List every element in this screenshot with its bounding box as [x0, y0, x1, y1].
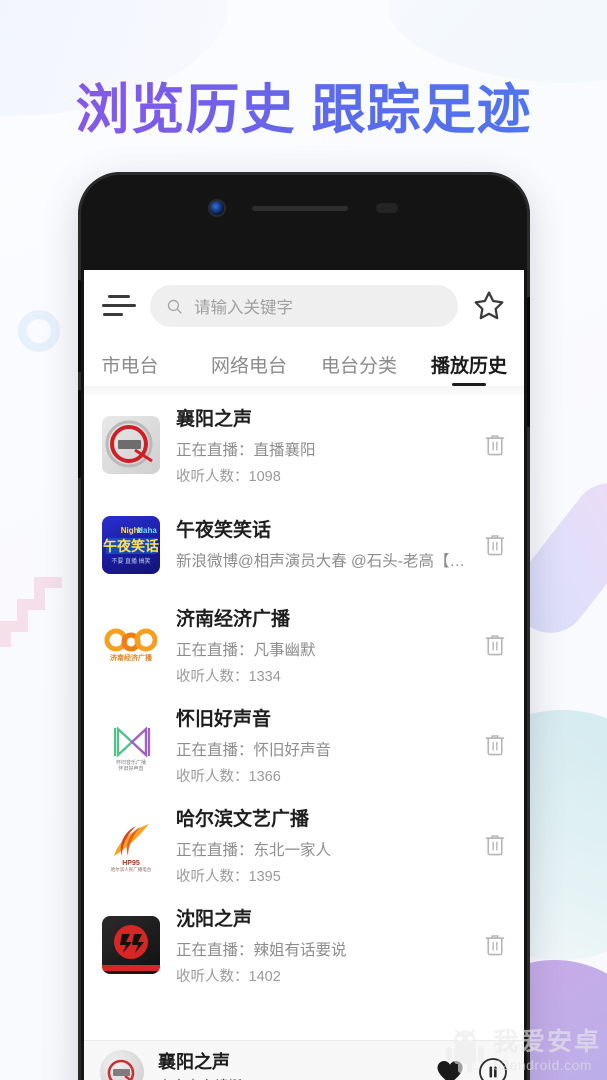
app-header: 请输入关键字	[84, 270, 524, 342]
station-title: 午夜笑笑话	[176, 519, 272, 541]
search-input[interactable]: 请输入关键字	[150, 285, 458, 327]
mini-player-bar[interactable]: 襄阳之声 内容来自蜻蜓FM	[84, 1040, 524, 1080]
station-listener-count: 收听人数：1402	[176, 969, 281, 985]
station-subtitle: 正在直播：辣姐有话要说	[176, 942, 347, 959]
phone-screen: 请输入关键字 市电台 网络电台 电台分类 播放历史 襄阳之声 正在直播：直播襄阳…	[84, 270, 524, 1080]
player-thumbnail	[100, 1049, 144, 1080]
station-thumbnail: 怀旧音乐广播 怀旧好声音	[102, 716, 160, 774]
front-camera-icon	[210, 201, 224, 215]
phone-volume-down-button	[78, 390, 81, 478]
station-listener-count: 收听人数：1366	[176, 769, 281, 785]
earpiece-speaker	[252, 205, 348, 211]
search-icon	[167, 299, 182, 314]
table-row[interactable]: 襄阳之声 正在直播：直播襄阳 收听人数：1098	[84, 395, 524, 495]
svg-text:济南经济广播: 济南经济广播	[110, 653, 153, 662]
trash-icon[interactable]	[484, 733, 506, 757]
proximity-sensor	[376, 203, 398, 213]
page-title: 浏览历史 跟踪足迹	[0, 65, 607, 144]
play-history-list: 襄阳之声 正在直播：直播襄阳 收听人数：1098 Night Haha 午夜笑话…	[84, 395, 524, 995]
phone-mockup: 请输入关键字 市电台 网络电台 电台分类 播放历史 襄阳之声 正在直播：直播襄阳…	[78, 172, 530, 1080]
tab-network-radio[interactable]: 网络电台	[194, 351, 304, 386]
table-row[interactable]: HP95 哈尔滨人民广播电台 哈尔滨文艺广播 正在直播：东北一家人 收听人数：1…	[84, 795, 524, 895]
phone-volume-up-button	[78, 280, 81, 372]
tab-play-history[interactable]: 播放历史	[414, 351, 524, 386]
station-thumbnail	[102, 916, 160, 974]
svg-text:不要 直播 搞笑: 不要 直播 搞笑	[111, 557, 150, 565]
station-title: 哈尔滨文艺广播	[176, 809, 310, 830]
player-title: 襄阳之声	[158, 1051, 230, 1072]
station-thumbnail: 济南经济广播	[102, 616, 160, 674]
decor-ring-left	[18, 310, 60, 352]
station-title: 沈阳之声	[176, 909, 253, 930]
station-subtitle: 正在直播：凡事幽默	[176, 642, 316, 659]
station-title: 怀旧好声音	[176, 709, 272, 730]
station-thumbnail	[102, 416, 160, 474]
trash-icon[interactable]	[484, 633, 506, 657]
tab-city-radio[interactable]: 市电台	[84, 351, 194, 386]
station-subtitle: 正在直播：东北一家人	[176, 842, 332, 859]
station-listener-count: 收听人数：1395	[176, 869, 281, 885]
trash-icon[interactable]	[484, 433, 506, 457]
phone-power-button	[527, 297, 530, 427]
hamburger-icon[interactable]	[102, 293, 136, 319]
player-subtitle: 内容来自蜻蜓FM	[158, 1076, 422, 1080]
table-row[interactable]: 济南经济广播 济南经济广播 正在直播：凡事幽默 收听人数：1334	[84, 595, 524, 695]
station-thumbnail: Night Haha 午夜笑话 不要 直播 搞笑	[102, 516, 160, 574]
station-subtitle: 正在直播：怀旧好声音	[176, 742, 332, 759]
svg-text:怀旧音乐广播: 怀旧音乐广播	[116, 759, 146, 766]
svg-text:哈尔滨人民广播电台: 哈尔滨人民广播电台	[111, 866, 152, 873]
station-subtitle: 正在直播：直播襄阳	[176, 442, 316, 459]
tab-radio-category[interactable]: 电台分类	[304, 351, 414, 386]
svg-text:Haha: Haha	[137, 526, 157, 535]
heart-filled-icon[interactable]	[436, 1059, 464, 1080]
station-thumbnail: HP95 哈尔滨人民广播电台	[102, 816, 160, 874]
station-listener-count: 收听人数：1334	[176, 669, 281, 685]
table-row[interactable]: 沈阳之声 正在直播：辣姐有话要说 收听人数：1402	[84, 895, 524, 995]
station-subtitle: 新浪微博@相声演员大春 @石头-老高【…	[176, 552, 465, 570]
station-title: 襄阳之声	[176, 409, 253, 430]
table-row[interactable]: 怀旧音乐广播 怀旧好声音 怀旧好声音 正在直播：怀旧好声音 收听人数：1366	[84, 695, 524, 795]
trash-icon[interactable]	[484, 533, 506, 557]
tab-divider	[84, 386, 524, 395]
svg-text:怀旧好声音: 怀旧好声音	[118, 765, 143, 772]
decor-stairs-left	[0, 577, 62, 649]
phone-top-bezel	[78, 172, 530, 244]
tab-bar: 市电台 网络电台 电台分类 播放历史	[84, 342, 524, 386]
station-listener-count: 收听人数：1098	[176, 469, 281, 485]
svg-text:午夜笑话: 午夜笑话	[103, 538, 159, 554]
table-row[interactable]: Night Haha 午夜笑话 不要 直播 搞笑 午夜笑笑话 新浪微博@相声演员…	[84, 495, 524, 595]
trash-icon[interactable]	[484, 933, 506, 957]
pause-circle-icon[interactable]	[478, 1057, 508, 1080]
trash-icon[interactable]	[484, 833, 506, 857]
svg-text:HP95: HP95	[122, 860, 140, 867]
search-placeholder: 请输入关键字	[194, 299, 293, 317]
star-outline-icon[interactable]	[472, 289, 506, 323]
station-title: 济南经济广播	[176, 609, 291, 630]
